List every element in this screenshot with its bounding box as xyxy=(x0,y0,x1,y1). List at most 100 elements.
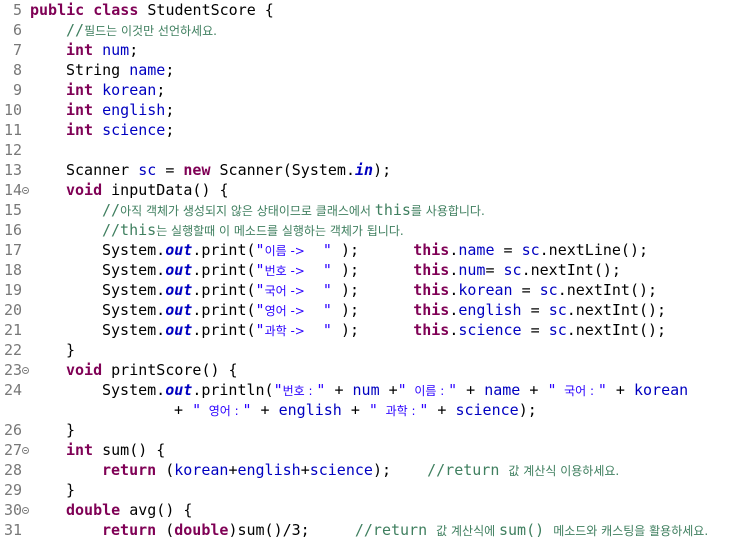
code-line[interactable]: 31 return (double)sum()/3; //return 값 계산식… xyxy=(0,520,754,540)
code-token: = xyxy=(485,261,504,279)
code-text: //아직 객체가 생성되지 않은 상태이므로 클래스에서 this를 사용합니다… xyxy=(102,200,485,220)
code-token: .print( xyxy=(192,301,256,319)
fold-toggle-icon[interactable] xyxy=(22,447,29,454)
line-number: 28 xyxy=(3,461,22,479)
code-line[interactable]: 23 void printScore() { xyxy=(0,360,754,380)
code-line[interactable]: 27 int sum() { xyxy=(0,440,754,460)
code-line[interactable]: 17 System.out.print("이름 -> " ); this.name… xyxy=(0,240,754,260)
code-line[interactable]: 10 int english; xyxy=(0,100,754,120)
code-text: //this는 실행할때 이 메소드를 실행하는 객체가 됩니다. xyxy=(102,220,404,240)
code-token: this xyxy=(413,321,450,339)
code-text: double avg() { xyxy=(66,500,192,520)
code-token: 이름 -> xyxy=(264,244,305,258)
code-token: int xyxy=(66,121,94,139)
code-line[interactable]: 24 System.out.println("번호 : " + num +" 이름… xyxy=(0,380,754,400)
fold-toggle-icon[interactable] xyxy=(22,367,29,374)
code-text: System.out.print("국어 -> " ); this.korean… xyxy=(102,280,657,300)
code-token: .nextInt(); xyxy=(566,301,667,319)
code-token: name xyxy=(129,61,166,79)
code-token: = xyxy=(521,321,549,339)
code-line[interactable]: 8 String name; xyxy=(0,60,754,80)
code-line[interactable]: 6 //필드는 이것만 선언하세요. xyxy=(0,20,754,40)
code-line[interactable]: 19 System.out.print("국어 -> " ); this.kore… xyxy=(0,280,754,300)
code-token: sc xyxy=(521,241,540,259)
code-token: ( xyxy=(156,461,175,479)
code-token: )sum()/3; xyxy=(228,521,355,539)
code-token: .println( xyxy=(192,381,274,399)
code-token: " xyxy=(255,261,265,279)
code-line[interactable]: 26} xyxy=(0,420,754,440)
code-token: ; xyxy=(156,81,166,99)
code-text: return (korean+english+science); //retur… xyxy=(102,460,619,480)
code-token: StudentScore { xyxy=(138,1,274,19)
code-token: ; xyxy=(165,61,175,79)
code-line[interactable]: 9 int korean; xyxy=(0,80,754,100)
code-editor[interactable]: 5 public class StudentScore {6//필드는 이것만 선… xyxy=(0,0,754,540)
code-line[interactable]: 5 public class StudentScore { xyxy=(0,0,754,20)
code-text: + " 영어 : " + english + " 과학 : " + scienc… xyxy=(174,400,537,420)
code-token: Scanner(System. xyxy=(210,161,355,179)
code-token: num xyxy=(458,261,486,279)
code-line[interactable]: 21 System.out.print("과학 -> " ); this.scie… xyxy=(0,320,754,340)
code-token: + xyxy=(428,401,456,419)
code-text: } xyxy=(66,480,75,500)
code-token: " xyxy=(304,261,332,279)
code-token: .print( xyxy=(192,261,256,279)
code-text: int num; xyxy=(66,40,138,60)
code-token: printScore() { xyxy=(102,361,238,379)
code-line[interactable]: 20 System.out.print("영어 -> " ); this.engl… xyxy=(0,300,754,320)
code-line[interactable]: 14 void inputData() { xyxy=(0,180,754,200)
code-token: void xyxy=(66,361,103,379)
code-token: " xyxy=(368,401,378,419)
fold-toggle-icon[interactable] xyxy=(22,187,29,194)
line-number: 24 xyxy=(3,381,22,399)
code-line[interactable]: + " 영어 : " + english + " 과학 : " + scienc… xyxy=(0,400,754,420)
code-token: name xyxy=(484,381,521,399)
code-line[interactable]: 7 int num; xyxy=(0,40,754,60)
code-token: = xyxy=(512,281,540,299)
code-token: return xyxy=(102,461,157,479)
code-token: 영어 -> xyxy=(264,304,305,318)
code-token: 값 계산식에 xyxy=(436,524,499,538)
code-line[interactable]: 29} xyxy=(0,480,754,500)
code-token: ); xyxy=(518,401,537,419)
code-line[interactable]: 28 return (korean+english+science); //ret… xyxy=(0,460,754,480)
code-token: .nextInt(); xyxy=(566,321,667,339)
code-token: " xyxy=(273,381,283,399)
code-text: Scanner sc = new Scanner(System.in); xyxy=(66,160,391,180)
code-token: } xyxy=(66,341,76,359)
code-token: " xyxy=(242,401,252,419)
code-line[interactable]: 12 xyxy=(0,140,754,160)
code-line[interactable]: 18 System.out.print("번호 -> " ); this.num=… xyxy=(0,260,754,280)
code-line[interactable]: 15 //아직 객체가 생성되지 않은 상태이므로 클래스에서 this를 사용합… xyxy=(0,200,754,220)
code-token: avg() { xyxy=(120,501,193,519)
code-token: double xyxy=(174,521,229,539)
code-token: science xyxy=(455,401,519,419)
code-token: inputData() { xyxy=(102,181,229,199)
code-line[interactable]: 16 //this는 실행할때 이 메소드를 실행하는 객체가 됩니다. xyxy=(0,220,754,240)
code-token: //return xyxy=(427,461,509,479)
code-token: return xyxy=(102,521,157,539)
line-number: 23 xyxy=(3,361,22,379)
code-token: ( xyxy=(156,521,175,539)
code-line[interactable]: 13 Scanner sc = new Scanner(System.in); xyxy=(0,160,754,180)
code-text: public class StudentScore { xyxy=(30,0,274,20)
code-token: int xyxy=(66,101,94,119)
code-token: 값 계산식 이용하세요. xyxy=(508,464,620,478)
code-token: " xyxy=(304,241,332,259)
code-token: 를 사용합니다. xyxy=(410,204,485,218)
line-number: 13 xyxy=(3,161,22,179)
code-text: return (double)sum()/3; //return 값 계산식에 … xyxy=(102,520,708,540)
line-number: 9 xyxy=(12,81,22,99)
code-token: english xyxy=(278,401,342,419)
code-token: 이름 : xyxy=(406,384,449,398)
code-line[interactable]: 11 int science; xyxy=(0,120,754,140)
code-token: .nextInt(); xyxy=(521,261,621,279)
code-text: //필드는 이것만 선언하세요. xyxy=(66,20,217,40)
fold-toggle-icon[interactable] xyxy=(22,507,29,514)
code-token: korean xyxy=(458,281,513,299)
code-line[interactable]: 22} xyxy=(0,340,754,360)
code-token: sc xyxy=(539,281,558,299)
code-line[interactable]: 30 double avg() { xyxy=(0,500,754,520)
code-token: double xyxy=(66,501,121,519)
